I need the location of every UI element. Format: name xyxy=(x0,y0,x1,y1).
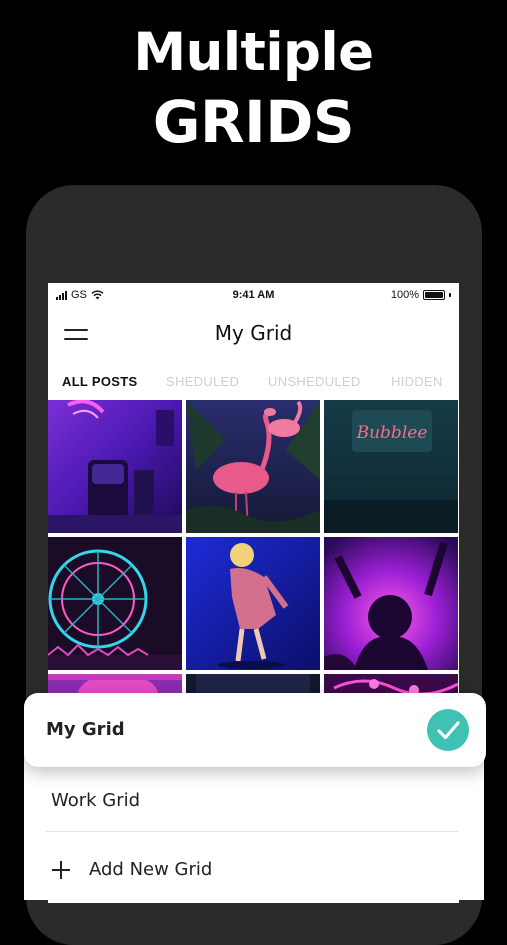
plus-icon[interactable] xyxy=(52,861,70,879)
tab-all-posts[interactable]: ALL POSTS xyxy=(62,374,137,389)
tab-hidden[interactable]: HIDDEN xyxy=(391,374,443,389)
checkmark-icon xyxy=(427,709,469,751)
grid-photo-flamingos[interactable] xyxy=(186,400,320,533)
grid-photo-dancer[interactable] xyxy=(186,537,320,670)
grid-photo-ferris-wheel[interactable] xyxy=(48,537,182,670)
neon-sign-text: Bubblee xyxy=(356,423,428,443)
page-title: My Grid xyxy=(214,321,293,345)
add-new-grid-button[interactable]: Add New Grid xyxy=(89,859,212,880)
status-right: 100% xyxy=(391,289,451,301)
battery-icon xyxy=(423,290,445,300)
sheet-divider xyxy=(46,831,458,832)
battery-level xyxy=(425,292,443,298)
status-bar: GS 9:41 AM 100% xyxy=(48,283,459,309)
grid-option-selected[interactable]: My Grid xyxy=(24,693,486,767)
grid-photo-neon-sign[interactable]: Bubblee xyxy=(324,400,458,533)
grid-option-work[interactable]: Work Grid xyxy=(51,790,140,811)
tab-sheduled[interactable]: SHEDULED xyxy=(166,374,239,389)
headline-line-2: GRIDS xyxy=(152,88,355,156)
headline-line-1: Multiple xyxy=(133,22,374,83)
battery-tip xyxy=(449,293,451,297)
selected-grid-label: My Grid xyxy=(46,719,125,740)
app-header: My Grid xyxy=(48,309,459,359)
tab-unsheduled[interactable]: UNSHEDULED xyxy=(268,374,361,389)
grid-photo-concert[interactable] xyxy=(324,537,458,670)
filter-tabs: ALL POSTS SHEDULED UNSHEDULED HIDDEN xyxy=(48,368,459,396)
grid-photo-neon-room[interactable] xyxy=(48,400,182,533)
battery-percent: 100% xyxy=(390,289,419,301)
